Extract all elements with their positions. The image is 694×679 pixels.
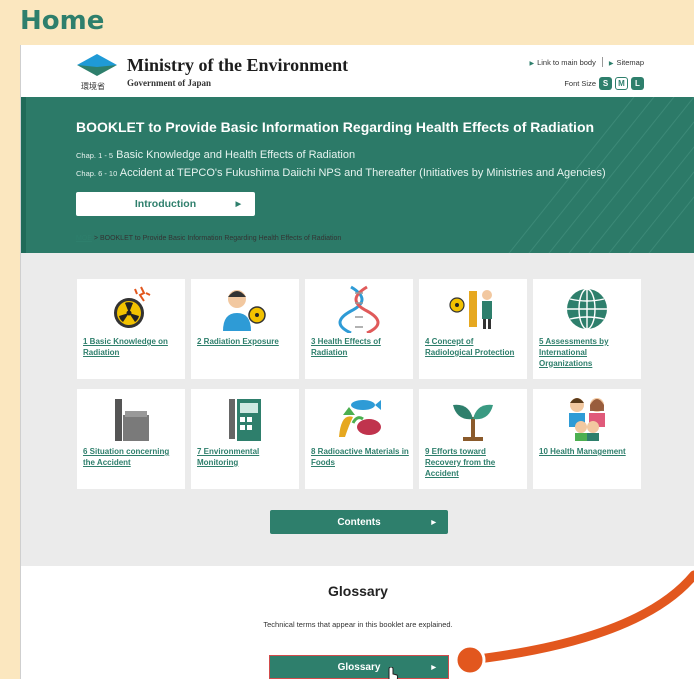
glossary-button[interactable]: Glossary ▶ <box>269 655 449 679</box>
chapter-card-1[interactable]: 1 Basic Knowledge on Radiation <box>77 279 185 379</box>
chapter-card-3[interactable]: 3 Health Effects of Radiation <box>305 279 413 379</box>
browser-frame: 環境省 Ministry of the Environment Governme… <box>20 45 694 679</box>
chapter-card-10[interactable]: 10 Health Management <box>533 389 641 489</box>
chapter-card-8[interactable]: 8 Radioactive Materials in Foods <box>305 389 413 489</box>
font-size-large-button[interactable]: L <box>631 77 644 90</box>
arrow-right-icon: ▶ <box>235 201 241 208</box>
breadcrumb-moe-link[interactable]: MOE <box>76 235 92 242</box>
triangle-icon: ▶ <box>529 60 535 67</box>
radiation-icon <box>114 286 151 328</box>
chapter-card-5[interactable]: 5 Assessments by International Organizat… <box>533 279 641 379</box>
contents-button[interactable]: Contents ▶ <box>270 510 448 534</box>
font-size-label: Font Size <box>564 79 596 88</box>
chapter-link[interactable]: 6 Situation concerning the Accident <box>83 447 181 469</box>
site-header: 環境省 Ministry of the Environment Governme… <box>21 45 694 97</box>
breadcrumb: MOE > BOOKLET to Provide Basic Informati… <box>76 235 342 242</box>
protection-icon <box>449 290 492 329</box>
chapter-link[interactable]: 1 Basic Knowledge on Radiation <box>83 337 181 359</box>
glossary-heading: Glossary <box>328 583 388 599</box>
arrow-right-icon: ▶ <box>431 664 436 671</box>
banner-title: BOOKLET to Provide Basic Information Reg… <box>76 119 595 135</box>
banner-edge <box>21 97 26 272</box>
government-name: Government of Japan <box>127 78 211 88</box>
family-icon <box>569 398 605 441</box>
link-sitemap[interactable]: ▶ Sitemap <box>609 58 644 67</box>
chapter-card-9[interactable]: 9 Efforts toward Recovery from the Accid… <box>419 389 527 489</box>
introduction-button[interactable]: Introduction ▶ <box>76 192 255 216</box>
logo-subtitle: 環境省 <box>81 82 105 91</box>
chapter-link[interactable]: 5 Assessments by International Organizat… <box>539 337 637 369</box>
chapter-link[interactable]: 10 Health Management <box>539 447 637 458</box>
person-exposure-icon <box>223 290 266 331</box>
chapter-card-4[interactable]: 4 Concept of Radiological Protection <box>419 279 527 379</box>
arrow-right-icon: ▶ <box>431 519 436 526</box>
chapter-link[interactable]: 2 Radiation Exposure <box>197 337 295 348</box>
chapter-link[interactable]: 8 Radioactive Materials in Foods <box>311 447 409 469</box>
triangle-icon: ▶ <box>608 60 614 67</box>
ministry-logo-icon[interactable] <box>77 54 117 76</box>
chapter-link[interactable]: 7 Environmental Monitoring <box>197 447 295 469</box>
chapter-card-7[interactable]: 7 Environmental Monitoring <box>191 389 299 489</box>
globe-icon <box>567 288 607 330</box>
chapter-grid: 1 Basic Knowledge on Radiation 2 Radiati… <box>21 253 694 566</box>
link-main-body[interactable]: ▶ Link to main body <box>529 58 595 67</box>
chapter-card-2[interactable]: 2 Radiation Exposure <box>191 279 299 379</box>
top-links: ▶ Link to main body ▶ Sitemap <box>529 57 644 67</box>
page-title: Home <box>20 6 105 36</box>
font-size-medium-button[interactable]: M <box>615 77 628 90</box>
site-name[interactable]: Ministry of the Environment <box>127 55 348 76</box>
dna-icon <box>338 285 380 333</box>
glossary-description: Technical terms that appear in this book… <box>263 620 453 629</box>
booklet-banner: BOOKLET to Provide Basic Information Reg… <box>21 97 694 272</box>
chapter-link[interactable]: 9 Efforts toward Recovery from the Accid… <box>425 447 523 479</box>
chapter-range-1[interactable]: Chap. 1 - 5 Basic Knowledge and Health E… <box>76 149 355 161</box>
power-plant-icon <box>115 399 149 441</box>
chapter-link[interactable]: 3 Health Effects of Radiation <box>311 337 409 359</box>
sprout-icon <box>453 404 493 441</box>
chapter-range-2[interactable]: Chap. 6 - 10 Accident at TEPCO's Fukushi… <box>76 167 606 179</box>
food-icon <box>339 400 381 437</box>
chapter-card-6[interactable]: 6 Situation concerning the Accident <box>77 389 185 489</box>
font-size-small-button[interactable]: S <box>599 77 612 90</box>
monitoring-post-icon <box>229 399 261 441</box>
hand-cursor-icon <box>388 667 398 679</box>
chapter-link[interactable]: 4 Concept of Radiological Protection <box>425 337 523 359</box>
font-size-control: Font Size S M L <box>564 77 644 90</box>
divider <box>601 57 603 67</box>
